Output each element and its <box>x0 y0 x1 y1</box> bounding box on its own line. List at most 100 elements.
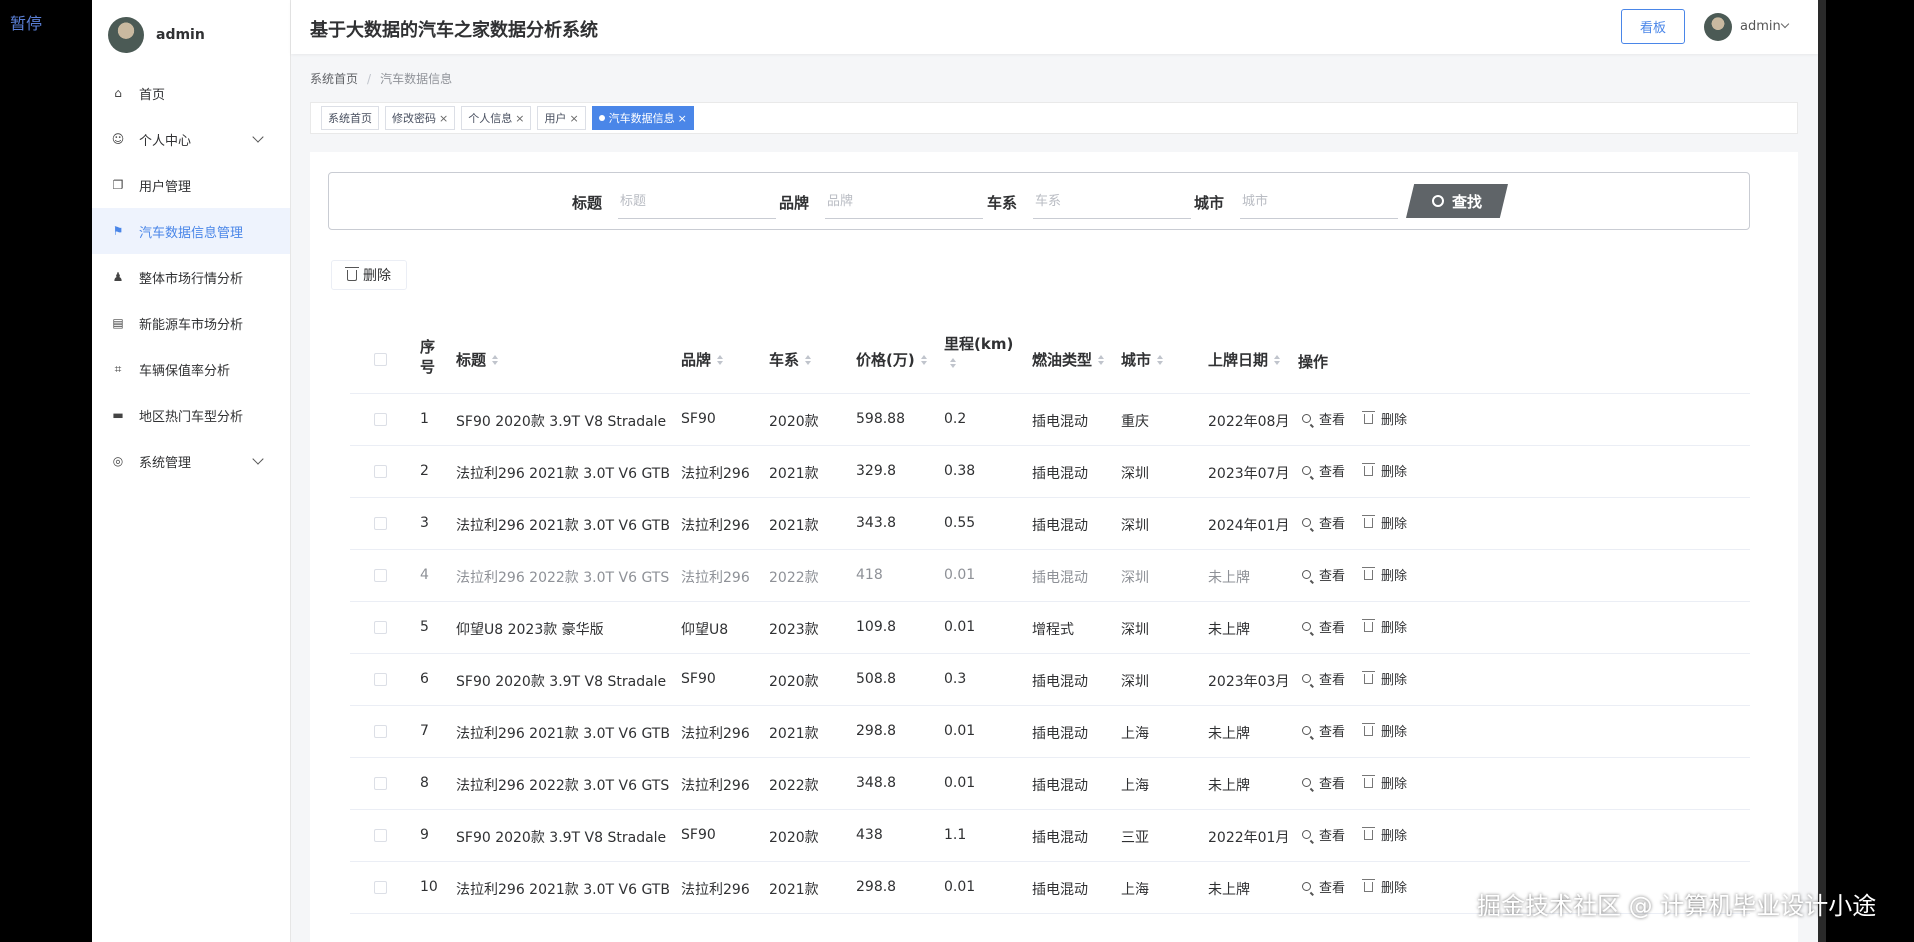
sidebar-item-1[interactable]: ⌂ 首页 <box>92 70 290 116</box>
delete-button[interactable]: 删除 <box>1362 825 1407 844</box>
header-username[interactable]: admin <box>1740 19 1781 34</box>
pause-label[interactable]: 暂停 <box>10 10 42 34</box>
table-row[interactable]: 2 法拉利296 2021款 3.0T V6 GTB 法拉利296 2021款 329.… <box>350 446 1750 498</box>
delete-button[interactable]: 删除 <box>1362 461 1407 480</box>
table-row[interactable]: 4 法拉利296 2022款 3.0T V6 GTS 法拉利296 2022款 418 0… <box>350 550 1750 602</box>
view-button[interactable]: 查看 <box>1302 513 1345 532</box>
header-reg-date[interactable]: 上牌日期 <box>1208 349 1281 370</box>
row-checkbox[interactable] <box>374 673 387 686</box>
delete-button[interactable]: 删除 <box>1362 409 1407 428</box>
table-row[interactable]: 5 仰望U8 2023款 豪华版 仰望U8 2023款 109.8 0.01 增程式 深圳 未上… <box>350 602 1750 654</box>
tab-5[interactable]: 汽车数据信息 × <box>591 106 694 130</box>
row-checkbox[interactable] <box>374 881 387 894</box>
row-checkbox[interactable] <box>374 465 387 478</box>
sidebar-item-3[interactable]: ❐ 用户管理 <box>92 162 290 208</box>
sidebar-item-4[interactable]: ⚑ 汽车数据信息管理 <box>92 208 290 254</box>
view-button[interactable]: 查看 <box>1302 773 1345 792</box>
search-button-label: 查找 <box>1451 192 1482 211</box>
sort-icon[interactable] <box>1157 354 1164 365</box>
row-checkbox[interactable] <box>374 569 387 582</box>
view-button[interactable]: 查看 <box>1302 877 1345 896</box>
sidebar-item-5[interactable]: ♟ 整体市场行情分析 <box>92 254 290 300</box>
tab-1[interactable]: 系统首页 <box>321 106 379 130</box>
delete-button[interactable]: 删除 <box>1362 513 1407 532</box>
sidebar-item-6[interactable]: ▤ 新能源车市场分析 <box>92 300 290 346</box>
tab-4[interactable]: 用户 × <box>537 106 586 130</box>
sidebar-item-2[interactable]: ☺ 个人中心 <box>92 116 290 162</box>
header-reg-date-label: 上牌日期 <box>1208 351 1269 369</box>
sort-icon[interactable] <box>492 354 499 365</box>
car-data-table: 序号 标题 品牌 车系 价格(万) 里程(km) 燃油类型 城市 上牌日期 操作… <box>350 325 1750 914</box>
breadcrumb-home[interactable]: 系统首页 <box>310 72 358 86</box>
delete-button[interactable]: 删除 <box>1362 669 1407 688</box>
tab-3[interactable]: 个人信息 × <box>461 106 532 130</box>
header-fuel[interactable]: 燃油类型 <box>1032 349 1105 370</box>
search-button[interactable]: 查找 <box>1406 184 1508 218</box>
row-checkbox[interactable] <box>374 829 387 842</box>
header-title[interactable]: 标题 <box>456 349 499 370</box>
row-checkbox[interactable] <box>374 725 387 738</box>
view-button[interactable]: 查看 <box>1302 721 1345 740</box>
series-search-input[interactable] <box>1033 185 1192 219</box>
close-icon[interactable]: × <box>515 112 524 125</box>
sort-icon[interactable] <box>805 354 812 365</box>
row-checkbox[interactable] <box>374 777 387 790</box>
cell-brand: 法拉利296 <box>681 570 750 586</box>
sort-icon[interactable] <box>920 354 927 365</box>
delete-button[interactable]: 删除 <box>1362 877 1407 896</box>
sort-icon[interactable] <box>1274 354 1281 365</box>
sort-icon[interactable] <box>950 358 956 368</box>
delete-button[interactable]: 删除 <box>1362 617 1407 636</box>
sidebar-item-9[interactable]: ◎ 系统管理 <box>92 438 290 484</box>
close-icon[interactable]: × <box>569 112 578 125</box>
chevron-down-icon[interactable] <box>1780 19 1790 29</box>
chevron-down-icon[interactable] <box>252 453 264 465</box>
header-index: 序号 <box>420 338 436 376</box>
table-row[interactable]: 7 法拉利296 2021款 3.0T V6 GTB 法拉利296 2021款 298.… <box>350 706 1750 758</box>
header-mileage[interactable]: 里程(km) <box>944 333 1013 368</box>
header-price[interactable]: 价格(万) <box>856 349 927 370</box>
sidebar-item-8[interactable]: ▬ 地区热门车型分析 <box>92 392 290 438</box>
delete-button[interactable]: 删除 <box>1362 565 1407 584</box>
trash-icon <box>1362 618 1375 632</box>
view-button[interactable]: 查看 <box>1302 461 1345 480</box>
view-button[interactable]: 查看 <box>1302 617 1345 636</box>
batch-delete-button[interactable]: 删除 <box>331 260 407 290</box>
delete-button[interactable]: 删除 <box>1362 773 1407 792</box>
dashboard-button[interactable]: 看板 <box>1621 9 1685 44</box>
close-icon[interactable]: × <box>678 112 687 125</box>
view-button[interactable]: 查看 <box>1302 409 1345 428</box>
header-brand[interactable]: 品牌 <box>681 349 724 370</box>
city-search-input[interactable] <box>1240 185 1399 219</box>
cell-series: 2020款 <box>769 674 819 690</box>
title-search-input[interactable] <box>618 185 777 219</box>
cell-mileage: 0.3 <box>944 671 967 687</box>
header-avatar[interactable] <box>1704 13 1732 41</box>
row-checkbox[interactable] <box>374 413 387 426</box>
view-button[interactable]: 查看 <box>1302 669 1345 688</box>
chevron-down-icon[interactable] <box>252 131 264 143</box>
sidebar-item-7[interactable]: ⌗ 车辆保值率分析 <box>92 346 290 392</box>
tab-2[interactable]: 修改密码 × <box>385 106 456 130</box>
close-icon[interactable]: × <box>439 112 448 125</box>
tab-label: 修改密码 <box>392 112 436 125</box>
table-row[interactable]: 6 SF90 2020款 3.9T V8 Stradale SF90 2020款 508… <box>350 654 1750 706</box>
table-row[interactable]: 1 SF90 2020款 3.9T V8 Stradale SF90 2020款 598… <box>350 394 1750 446</box>
view-button[interactable]: 查看 <box>1302 825 1345 844</box>
header-series[interactable]: 车系 <box>769 349 812 370</box>
sort-icon[interactable] <box>1098 354 1105 365</box>
row-checkbox[interactable] <box>374 621 387 634</box>
table-row[interactable]: 9 SF90 2020款 3.9T V8 Stradale SF90 2020款 438… <box>350 810 1750 862</box>
table-row[interactable]: 3 法拉利296 2021款 3.0T V6 GTB 法拉利296 2021款 343.… <box>350 498 1750 550</box>
vertical-scrollbar[interactable] <box>1818 0 1826 942</box>
view-button[interactable]: 查看 <box>1302 565 1345 584</box>
header-city[interactable]: 城市 <box>1121 349 1164 370</box>
cell-series: 2021款 <box>769 882 819 898</box>
row-checkbox[interactable] <box>374 517 387 530</box>
sort-icon[interactable] <box>717 354 724 365</box>
delete-button[interactable]: 删除 <box>1362 721 1407 740</box>
cell-city: 上海 <box>1121 726 1149 742</box>
select-all-checkbox[interactable] <box>374 353 387 366</box>
table-row[interactable]: 8 法拉利296 2022款 3.0T V6 GTS 法拉利296 2022款 348.… <box>350 758 1750 810</box>
brand-search-input[interactable] <box>825 185 984 219</box>
